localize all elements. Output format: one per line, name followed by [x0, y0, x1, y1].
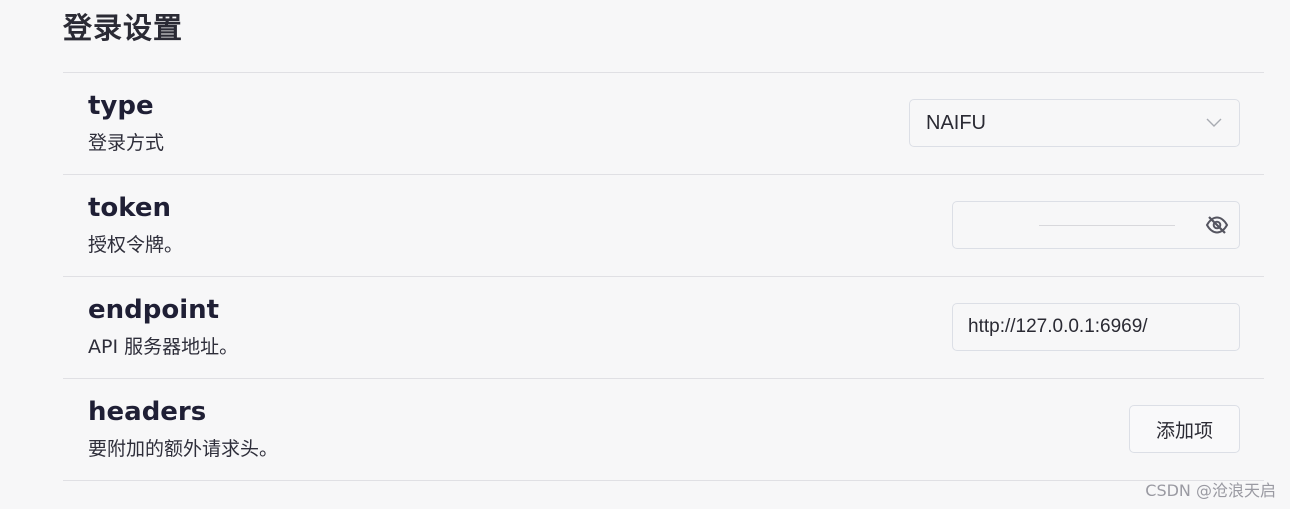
setting-name: endpoint [88, 295, 220, 325]
section-title: 登录设置 [63, 11, 184, 45]
chevron-down-icon [1205, 114, 1223, 132]
setting-row-type: type 登录方式 NAIFU [63, 73, 1264, 175]
setting-row-headers: headers 要附加的额外请求头。 添加项 [63, 379, 1264, 481]
setting-description: 授权令牌。 [88, 234, 184, 256]
add-item-button[interactable]: 添加项 [1129, 405, 1240, 453]
setting-row-endpoint: endpoint API 服务器地址。 [63, 277, 1264, 379]
token-field [952, 201, 1240, 250]
setting-name: type [88, 91, 154, 121]
settings-list: type 登录方式 NAIFU token 授权令牌。 endpoint API… [63, 72, 1264, 481]
endpoint-input[interactable] [968, 316, 1224, 338]
setting-row-token: token 授权令牌。 [63, 175, 1264, 277]
password-placeholder-line [1039, 225, 1175, 226]
endpoint-field [952, 303, 1240, 351]
setting-label-group: headers 要附加的额外请求头。 [88, 395, 278, 463]
setting-description: API 服务器地址。 [88, 336, 239, 358]
setting-description: 登录方式 [88, 132, 165, 154]
token-input-wrap [969, 202, 1205, 250]
setting-label-group: token 授权令牌。 [88, 191, 183, 259]
setting-name: token [88, 193, 172, 223]
setting-label-group: endpoint API 服务器地址。 [88, 293, 238, 361]
setting-description: 要附加的额外请求头。 [88, 438, 279, 460]
type-select[interactable]: NAIFU [909, 99, 1240, 147]
type-select-value: NAIFU [926, 111, 986, 134]
token-input[interactable] [969, 202, 1205, 250]
setting-label-group: type 登录方式 [88, 89, 164, 157]
watermark: CSDN @沧浪天启 [1145, 481, 1276, 500]
setting-name: headers [88, 397, 207, 427]
eye-off-icon[interactable] [1205, 212, 1229, 238]
